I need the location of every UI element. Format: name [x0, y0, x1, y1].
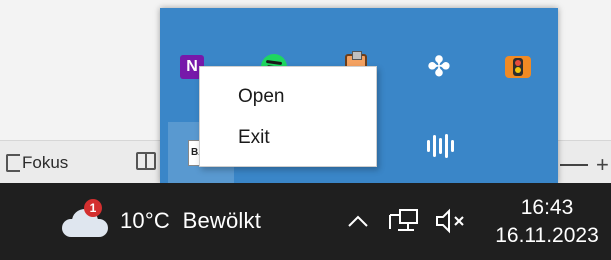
tray-item-fan[interactable]: ✤ — [421, 49, 457, 85]
weather-widget[interactable]: 1 10°C Bewölkt — [60, 199, 262, 241]
show-hidden-icons-chevron-up-icon[interactable] — [344, 207, 372, 235]
fan-icon: ✤ — [427, 51, 451, 82]
focus-label: Fokus — [22, 153, 69, 172]
notification-badge: 1 — [84, 199, 102, 217]
read-mode-icon[interactable] — [136, 152, 156, 170]
zoom-in-button[interactable]: + — [596, 152, 609, 178]
focus-icon — [6, 154, 20, 172]
cloud-icon: 1 — [60, 199, 110, 237]
traffic-light-icon — [505, 56, 531, 78]
tray-item-traffic-light[interactable] — [500, 49, 536, 85]
audio-wave-icon — [426, 133, 454, 159]
network-icon[interactable] — [388, 207, 420, 235]
zoom-slider-icon[interactable] — [560, 164, 588, 166]
menu-item-open[interactable]: Open — [200, 77, 376, 117]
volume-muted-icon[interactable] — [434, 207, 468, 235]
focus-button[interactable]: Fokus — [6, 150, 68, 176]
weather-text: 10°C Bewölkt — [120, 208, 262, 233]
tray-context-menu: Open Exit — [199, 66, 377, 167]
taskbar-clock[interactable]: 16:43 16.11.2023 — [486, 191, 608, 253]
clock-time: 16:43 — [520, 196, 574, 219]
clock-date: 16.11.2023 — [495, 224, 599, 247]
menu-item-exit[interactable]: Exit — [200, 118, 376, 158]
taskbar: 1 10°C Bewölkt 16:43 16.11.2023 — [0, 183, 611, 260]
tray-item-audio-wave[interactable] — [422, 128, 458, 164]
